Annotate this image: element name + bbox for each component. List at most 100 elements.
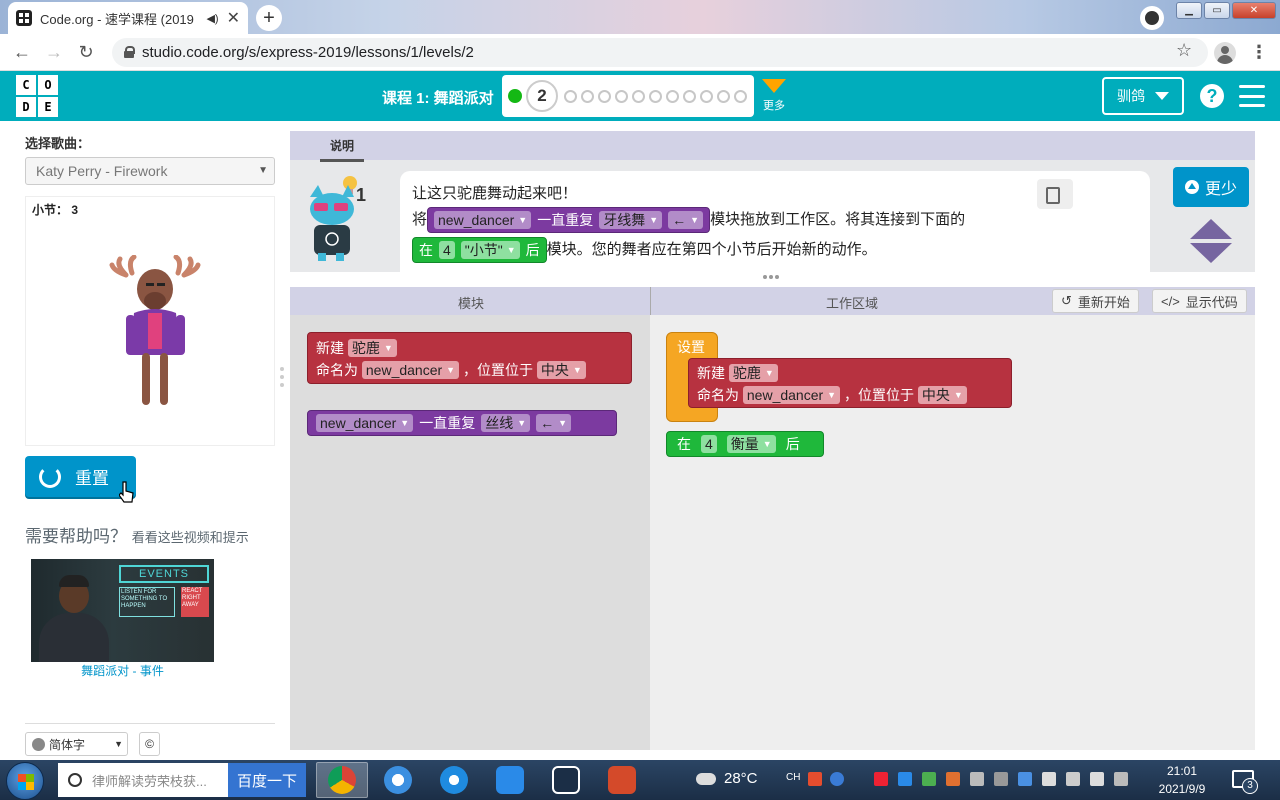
- audio-speaker-icon[interactable]: [1037, 179, 1073, 209]
- instructions-resize-grip[interactable]: [763, 275, 781, 281]
- baidu-search-button[interactable]: 百度一下: [228, 763, 306, 797]
- code-workspace[interactable]: 设置 新建 驼鹿 ▼ 命名为 new_dancer ▼ ，位置位于 中央 ▼ 在 4 …: [650, 315, 1255, 750]
- video-app-taskbar-icon[interactable]: [540, 762, 592, 798]
- codeorg-favicon-icon: [16, 10, 32, 26]
- browser-tab-strip: Code.org - 速学课程 (2019 ◀) ✕ + ▁ ▭ ✕: [0, 0, 1280, 34]
- language-selector[interactable]: 简体字 ▼: [25, 732, 128, 756]
- show-code-button[interactable]: </> 显示代码: [1152, 289, 1247, 313]
- bookmark-star-icon[interactable]: ☆: [1176, 40, 1192, 61]
- number-field[interactable]: 4: [701, 435, 717, 453]
- name-field[interactable]: new_dancer ▼: [361, 361, 460, 379]
- flag-icon[interactable]: [1090, 772, 1104, 786]
- user-menu-button[interactable]: 驯鸽: [1102, 77, 1184, 115]
- level-dot[interactable]: [581, 89, 594, 103]
- move-field[interactable]: 丝线 ▼: [481, 414, 531, 432]
- hamburger-menu-icon[interactable]: [1239, 85, 1265, 107]
- copyright-button[interactable]: ©: [139, 732, 160, 756]
- sprite-field[interactable]: new_dancer ▼: [316, 414, 414, 432]
- restart-label: 重新开始: [1077, 294, 1130, 310]
- close-window-button[interactable]: ✕: [1232, 2, 1276, 19]
- position-field[interactable]: 中央 ▼: [917, 386, 967, 404]
- speaker-icon: ◀): [206, 12, 219, 25]
- bluetooth-icon[interactable]: [970, 772, 984, 786]
- panel-resize-grip[interactable]: [280, 367, 286, 387]
- after-measures-block[interactable]: 在 4 衡量 ▼ 后: [666, 431, 824, 457]
- volume-icon[interactable]: [1066, 772, 1080, 786]
- level-dot[interactable]: [564, 89, 577, 103]
- resize-arrows-icon[interactable]: [1190, 219, 1232, 265]
- photos-taskbar-icon[interactable]: [372, 762, 424, 798]
- maximize-button[interactable]: ▭: [1204, 2, 1230, 19]
- help-video-thumbnail[interactable]: EVENTS LISTEN FOR SOMETHING TO HAPPEN RE…: [31, 559, 214, 662]
- level-completed-dot[interactable]: [508, 89, 522, 103]
- direction-field[interactable]: ← ▼: [536, 414, 572, 432]
- network-tray-icon[interactable]: [1018, 772, 1032, 786]
- help-tray-icon[interactable]: [830, 772, 844, 786]
- chrome-taskbar-icon[interactable]: [316, 762, 368, 798]
- sogou-icon[interactable]: [808, 772, 822, 786]
- taskbar-search-input[interactable]: 律师解读劳荣枝获...: [58, 763, 228, 797]
- clipboard-tray-icon[interactable]: [1042, 772, 1056, 786]
- diamond-tray-icon[interactable]: [994, 772, 1008, 786]
- instruction-text: 模块拖放到工作区。将其连接到下面的: [710, 211, 966, 228]
- browser-menu-button[interactable]: ⋮: [1250, 42, 1268, 63]
- profile-dropdown-icon[interactable]: [1140, 6, 1164, 30]
- chevron-down-icon: [762, 79, 786, 93]
- presenter-figure: [39, 575, 109, 662]
- level-dot[interactable]: [632, 89, 645, 103]
- help-button[interactable]: ?: [1200, 84, 1224, 108]
- start-button-icon[interactable]: [6, 762, 44, 800]
- animal-field[interactable]: 驼鹿 ▼: [728, 364, 778, 382]
- animal-field[interactable]: 驼鹿 ▼: [347, 339, 397, 357]
- level-dot[interactable]: [683, 89, 696, 103]
- divider: [650, 287, 651, 315]
- back-button[interactable]: ←: [6, 42, 38, 63]
- video-caption-link[interactable]: 舞蹈派对 - 事件: [31, 662, 214, 679]
- record-tray-icon[interactable]: [874, 772, 888, 786]
- current-level-bubble[interactable]: 2: [526, 80, 558, 112]
- hint-count[interactable]: 1: [356, 185, 366, 206]
- level-dot[interactable]: [598, 89, 611, 103]
- profile-avatar[interactable]: [1214, 42, 1236, 64]
- codeorg-logo[interactable]: C O D E: [16, 75, 58, 117]
- restart-button[interactable]: ↺ 重新开始: [1052, 289, 1139, 313]
- level-dot[interactable]: [700, 89, 713, 103]
- browser-tab[interactable]: Code.org - 速学课程 (2019 ◀) ✕: [8, 2, 248, 34]
- reload-button[interactable]: ↻: [70, 42, 102, 63]
- dance-stage: 小节： 3: [25, 196, 275, 446]
- arrow-down-icon[interactable]: [1190, 243, 1232, 263]
- lesson-title[interactable]: 课程 1: 舞蹈派对: [382, 87, 494, 108]
- name-field[interactable]: new_dancer ▼: [742, 386, 841, 404]
- ime-indicator[interactable]: CH: [786, 772, 800, 783]
- position-field[interactable]: 中央 ▼: [536, 361, 586, 379]
- level-dot[interactable]: [649, 89, 662, 103]
- repeat-dance-block[interactable]: new_dancer ▼ 一直重复 丝线 ▼ ← ▼: [307, 410, 617, 436]
- song-selector[interactable]: Katy Perry - Firework ▼: [25, 157, 275, 185]
- tab-instructions[interactable]: 说明: [320, 137, 365, 162]
- media-app-taskbar-icon[interactable]: [596, 762, 648, 798]
- weather-widget[interactable]: 28°C: [696, 770, 758, 787]
- a-tray-icon[interactable]: [922, 772, 936, 786]
- arrow-up-icon[interactable]: [1190, 219, 1232, 239]
- ie-taskbar-icon[interactable]: [428, 762, 480, 798]
- minimize-button[interactable]: ▁: [1176, 2, 1202, 19]
- level-dot[interactable]: [615, 89, 628, 103]
- system-clock[interactable]: 21:01 2021/9/9: [1150, 762, 1214, 798]
- level-dot[interactable]: [666, 89, 679, 103]
- make-dancer-block[interactable]: 新建 驼鹿 ▼ 命名为 new_dancer ▼ ，位置位于 中央 ▼: [688, 358, 1012, 408]
- events-sign-right: REACT RIGHT AWAY: [181, 587, 209, 617]
- new-tab-button[interactable]: +: [256, 5, 282, 31]
- show-less-button[interactable]: 更少: [1173, 167, 1249, 207]
- tab-close-button[interactable]: ✕: [227, 8, 240, 28]
- forward-button[interactable]: →: [38, 42, 70, 63]
- address-bar[interactable]: studio.code.org/s/express-2019/lessons/1…: [112, 38, 1208, 67]
- level-dot[interactable]: [734, 89, 747, 103]
- speaker-tray-icon[interactable]: [946, 772, 960, 786]
- star-app-taskbar-icon[interactable]: [484, 762, 536, 798]
- make-dancer-block[interactable]: 新建 驼鹿 ▼ 命名为 new_dancer ▼ ，位置位于 中央 ▼: [307, 332, 632, 384]
- more-levels-button[interactable]: 更多: [760, 79, 788, 113]
- unit-field[interactable]: 衡量 ▼: [726, 435, 776, 453]
- level-dot[interactable]: [717, 89, 730, 103]
- signal-icon[interactable]: [1114, 772, 1128, 786]
- star-tray-icon[interactable]: [898, 772, 912, 786]
